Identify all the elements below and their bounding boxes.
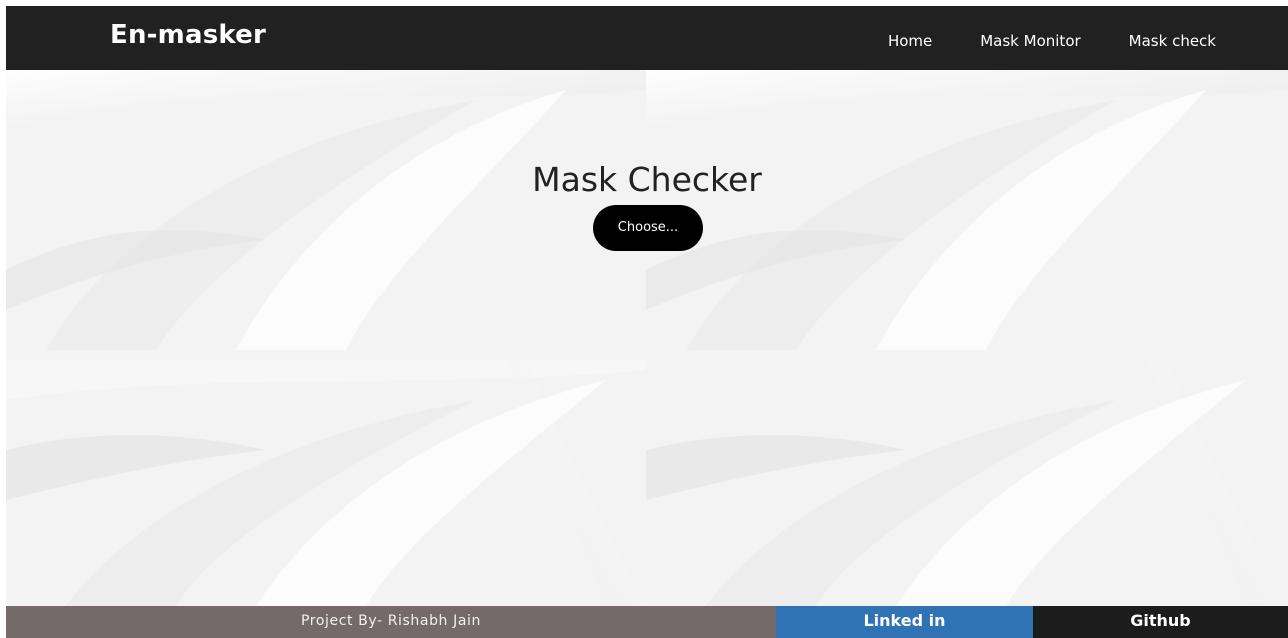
nav-link-home[interactable]: Home — [888, 32, 932, 50]
main-content: Mask Checker Choose... — [6, 70, 1288, 606]
footer-credit: Project By- Rishabh Jain — [6, 606, 776, 638]
nav-link-mask-check[interactable]: Mask check — [1129, 32, 1216, 50]
background-pattern — [6, 70, 1288, 606]
page-title: Mask Checker — [532, 160, 762, 200]
linkedin-link[interactable]: Linked in — [776, 606, 1033, 638]
choose-file-button[interactable]: Choose... — [593, 205, 703, 251]
navbar: En-masker Home Mask Monitor Mask check — [6, 6, 1288, 70]
nav-link-mask-monitor[interactable]: Mask Monitor — [980, 32, 1080, 50]
page-frame: En-masker Home Mask Monitor Mask check M… — [6, 6, 1288, 638]
github-link[interactable]: Github — [1033, 606, 1288, 638]
footer: Project By- Rishabh Jain Linked in Githu… — [6, 606, 1288, 638]
brand-logo[interactable]: En-masker — [110, 20, 266, 50]
nav-links: Home Mask Monitor Mask check — [840, 32, 1216, 50]
